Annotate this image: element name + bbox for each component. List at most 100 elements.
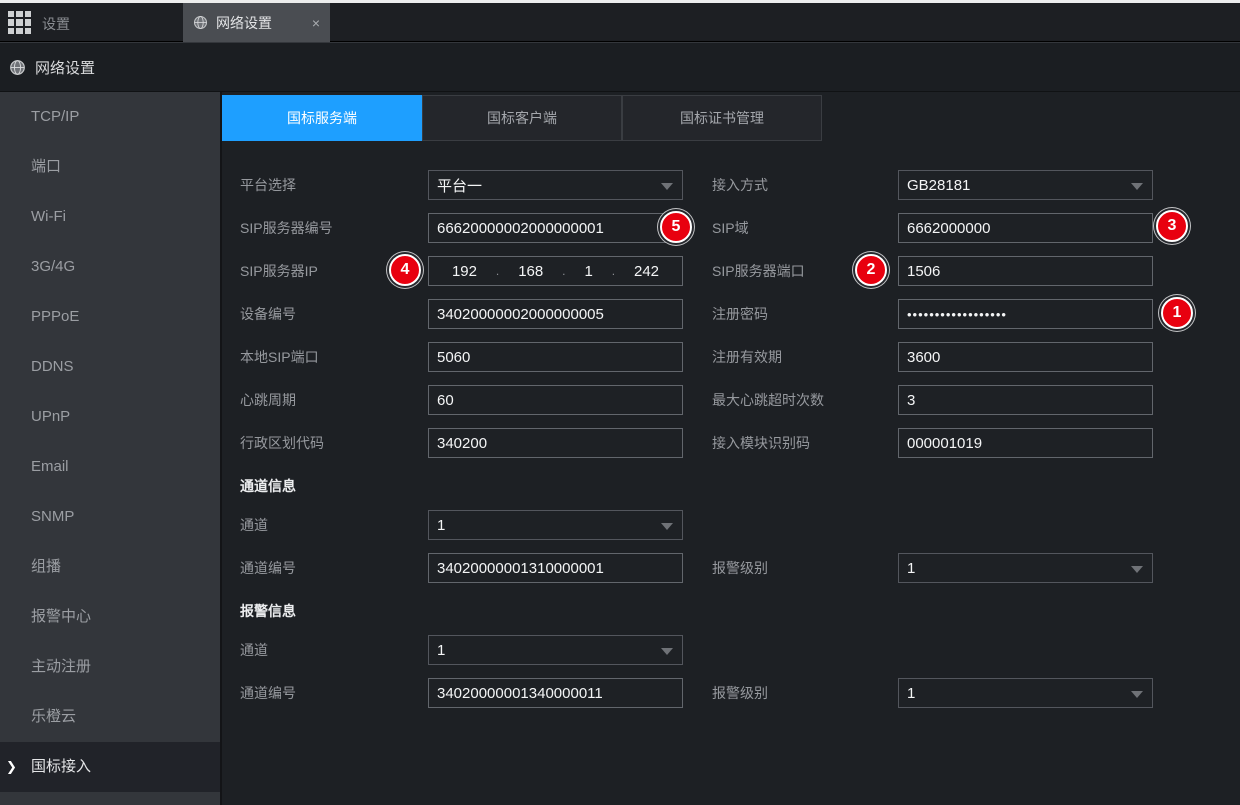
alarm-channel-number-input[interactable]	[428, 678, 683, 708]
sidebar-item-ddns[interactable]: DDNS	[0, 342, 220, 392]
sidebar-item-snmp[interactable]: SNMP	[0, 492, 220, 542]
sidebar-item-email[interactable]: Email	[0, 442, 220, 492]
alarm-level-label: 报警级别	[712, 558, 898, 578]
sidebar-item-port[interactable]: 端口	[0, 142, 220, 192]
form-row: 通道 1	[240, 635, 1220, 665]
form-row: SIP服务器IP 192 . 168 . 1 . 242 SIP服务器端口	[240, 256, 1220, 286]
apps-grid-icon[interactable]	[8, 11, 31, 34]
sidebar-item-upnp[interactable]: UPnP	[0, 392, 220, 442]
tab-network-settings[interactable]: 网络设置 ×	[183, 3, 330, 42]
alarm-level-select[interactable]: 1	[898, 553, 1153, 583]
channel-select-value: 1	[437, 517, 445, 534]
form-row: SIP服务器编号 SIP域	[240, 213, 1220, 243]
sidebar-item-multicast[interactable]: 组播	[0, 542, 220, 592]
form-row: 本地SIP端口 注册有效期	[240, 342, 1220, 372]
sip-server-ip-input[interactable]: 192 . 168 . 1 . 242	[428, 256, 683, 286]
form-row: 设备编号 注册密码	[240, 299, 1220, 329]
alarm-channel-number-label: 通道编号	[240, 683, 428, 703]
chevron-right-icon: ❯	[6, 742, 17, 792]
alarm-level-value: 1	[907, 685, 915, 702]
form-row: 心跳周期 最大心跳超时次数	[240, 385, 1220, 415]
gb-tab-bar: 国标服务端 国标客户端 国标证书管理	[222, 95, 822, 141]
ip-dot: .	[496, 264, 499, 278]
ip-dot: .	[562, 264, 565, 278]
tab-gb-certificate[interactable]: 国标证书管理	[622, 95, 822, 141]
sip-domain-input[interactable]	[898, 213, 1153, 243]
sip-server-id-input[interactable]	[428, 213, 683, 243]
max-heartbeat-timeout-input[interactable]	[898, 385, 1153, 415]
platform-select[interactable]: 平台一	[428, 170, 683, 200]
sidebar-item-3g4g[interactable]: 3G/4G	[0, 242, 220, 292]
sidebar-item-alarm-center[interactable]: 报警中心	[0, 592, 220, 642]
register-password-input[interactable]	[898, 299, 1153, 329]
alarm-level-label: 报警级别	[712, 683, 898, 703]
sidebar-item-gb-access-label: 国标接入	[31, 758, 91, 775]
access-mode-select[interactable]: GB28181	[898, 170, 1153, 200]
tab-gb-client[interactable]: 国标客户端	[422, 95, 622, 141]
form-row: 通道编号 报警级别 1	[240, 553, 1220, 583]
chevron-down-icon	[661, 523, 673, 530]
step-badge-3: 3	[1156, 210, 1188, 242]
tab-network-settings-label: 网络设置	[216, 13, 272, 33]
chevron-down-icon	[1131, 183, 1143, 190]
channel-info-title: 通道信息	[240, 476, 1220, 492]
alarm-info-title: 报警信息	[240, 601, 1220, 617]
gb-server-form: 平台选择 平台一 接入方式 GB28181 SIP服务器编号 SIP域	[240, 170, 1220, 721]
sidebar-item-tcpip[interactable]: TCP/IP	[0, 92, 220, 142]
sip-server-port-input[interactable]	[898, 256, 1153, 286]
alarm-level-value: 1	[907, 560, 915, 577]
sidebar: TCP/IP 端口 Wi-Fi 3G/4G PPPoE DDNS UPnP Em…	[0, 92, 222, 805]
heartbeat-period-label: 心跳周期	[240, 390, 428, 410]
admin-region-code-input[interactable]	[428, 428, 683, 458]
step-badge-4: 4	[389, 254, 421, 286]
channel-number-input[interactable]	[428, 553, 683, 583]
register-password-label: 注册密码	[712, 304, 898, 324]
alarm-channel-select[interactable]: 1	[428, 635, 683, 665]
sip-domain-label: SIP域	[712, 218, 898, 238]
access-mode-label: 接入方式	[712, 175, 898, 195]
device-id-label: 设备编号	[240, 304, 428, 324]
ip-octet-3[interactable]: 1	[584, 263, 592, 280]
access-module-id-label: 接入模块识别码	[712, 433, 898, 453]
ip-octet-2[interactable]: 168	[518, 263, 543, 280]
sidebar-item-auto-register[interactable]: 主动注册	[0, 642, 220, 692]
max-heartbeat-timeout-label: 最大心跳超时次数	[712, 390, 898, 410]
local-sip-port-input[interactable]	[428, 342, 683, 372]
sidebar-item-pppoe[interactable]: PPPoE	[0, 292, 220, 342]
chevron-down-icon	[661, 648, 673, 655]
chevron-down-icon	[1131, 566, 1143, 573]
close-icon[interactable]: ×	[312, 16, 320, 30]
local-sip-port-label: 本地SIP端口	[240, 347, 428, 367]
access-module-id-input[interactable]	[898, 428, 1153, 458]
chevron-down-icon	[661, 183, 673, 190]
ip-octet-4[interactable]: 242	[634, 263, 659, 280]
channel-select[interactable]: 1	[428, 510, 683, 540]
tab-settings[interactable]: 设置	[42, 14, 70, 34]
step-badge-1: 1	[1161, 297, 1193, 329]
heartbeat-period-input[interactable]	[428, 385, 683, 415]
tab-gb-server[interactable]: 国标服务端	[222, 95, 422, 141]
alarm-channel-label: 通道	[240, 640, 428, 660]
form-row: 行政区划代码 接入模块识别码	[240, 428, 1220, 458]
form-row: 通道编号 报警级别 1	[240, 678, 1220, 708]
form-row: 平台选择 平台一 接入方式 GB28181	[240, 170, 1220, 200]
platform-select-label: 平台选择	[240, 175, 428, 195]
top-tab-bar: 设置 网络设置 ×	[0, 3, 1240, 42]
alarm-channel-value: 1	[437, 642, 445, 659]
alarm-level-select[interactable]: 1	[898, 678, 1153, 708]
page-header: 网络设置	[0, 42, 1240, 92]
register-validity-input[interactable]	[898, 342, 1153, 372]
register-validity-label: 注册有效期	[712, 347, 898, 367]
sidebar-item-gb-access[interactable]: ❯ 国标接入	[0, 742, 220, 792]
form-row: 通道 1	[240, 510, 1220, 540]
ip-octet-1[interactable]: 192	[452, 263, 477, 280]
device-id-input[interactable]	[428, 299, 683, 329]
globe-icon	[9, 59, 26, 76]
sidebar-item-wifi[interactable]: Wi-Fi	[0, 192, 220, 242]
page-title: 网络设置	[35, 57, 95, 78]
sidebar-item-lechange[interactable]: 乐橙云	[0, 692, 220, 742]
channel-label: 通道	[240, 515, 428, 535]
sip-server-id-label: SIP服务器编号	[240, 218, 428, 238]
channel-number-label: 通道编号	[240, 558, 428, 578]
ip-dot: .	[612, 264, 615, 278]
